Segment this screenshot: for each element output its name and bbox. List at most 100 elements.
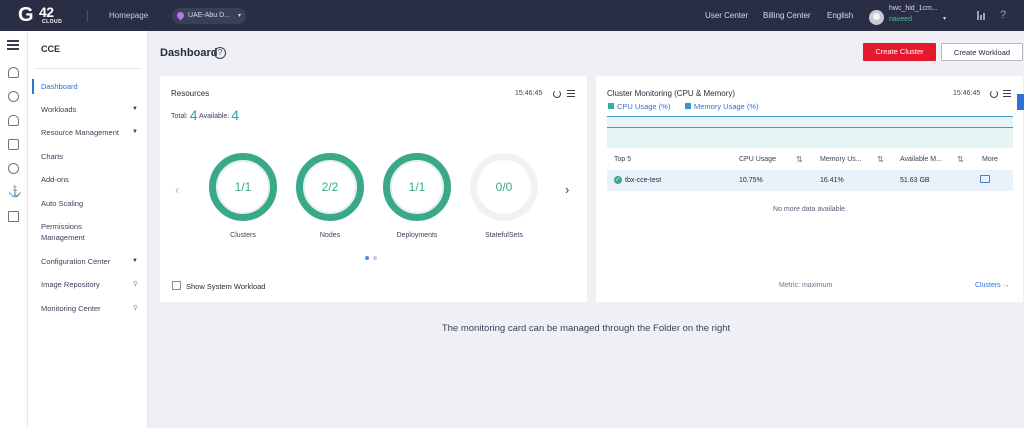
- location-pin-icon: [175, 10, 186, 21]
- sort-icon[interactable]: ⇅: [957, 155, 964, 164]
- nav-configuration-center[interactable]: Configuration Center ▼: [28, 256, 147, 267]
- resources-timestamp: 15:46:45: [515, 90, 543, 97]
- bar-chart-icon[interactable]: [977, 11, 986, 20]
- cpu-line: [607, 127, 1013, 128]
- nav-monitoring-center[interactable]: Monitoring Center ⚲: [28, 303, 147, 314]
- resources-title: Resources: [171, 89, 210, 98]
- col-cpu-usage[interactable]: CPU Usage: [739, 156, 776, 163]
- refresh-icon[interactable]: [990, 90, 998, 98]
- cluster-icon[interactable]: [8, 91, 19, 102]
- language-selector[interactable]: English: [827, 11, 853, 20]
- logo-sub: CLOUD: [42, 19, 63, 25]
- user-menu-chevron-icon[interactable]: ▾: [943, 15, 946, 22]
- billing-center-link[interactable]: Billing Center: [763, 11, 811, 20]
- next-arrow-icon[interactable]: ›: [565, 182, 569, 197]
- user-center-link[interactable]: User Center: [705, 11, 748, 20]
- ring-label: StatefulSets: [485, 232, 523, 239]
- caret-down-icon: ▼: [132, 129, 138, 135]
- available-memory-cell: 51.63 GB: [900, 177, 930, 184]
- nav-auto-scaling[interactable]: Auto Scaling: [28, 198, 147, 209]
- memory-cell: 16.41%: [820, 177, 844, 184]
- anchor-icon[interactable]: ⚓: [8, 187, 22, 198]
- ring-label: Deployments: [396, 232, 438, 239]
- region-label: UAE-Abu D...: [188, 12, 231, 19]
- refresh-icon[interactable]: [553, 90, 561, 98]
- cpu-cell: 10.75%: [739, 177, 763, 184]
- cpu-legend[interactable]: CPU Usage (%): [617, 102, 670, 111]
- storage-cloud-icon[interactable]: [8, 115, 19, 126]
- table-row[interactable]: [607, 170, 1013, 191]
- avatar[interactable]: [869, 10, 884, 25]
- grid-icon[interactable]: [8, 211, 19, 222]
- nav-image-repository[interactable]: Image Repository ⚲: [28, 279, 147, 290]
- prev-arrow-icon[interactable]: ‹: [175, 182, 179, 197]
- nav-workloads[interactable]: Workloads ▼: [28, 104, 147, 115]
- sort-icon[interactable]: ⇅: [877, 155, 884, 164]
- nav-resource-management[interactable]: Resource Management ▼: [28, 127, 147, 138]
- help-icon[interactable]: ?: [1000, 9, 1006, 21]
- hamburger-menu-icon[interactable]: [7, 40, 19, 50]
- link-icon: ⚲: [132, 281, 138, 288]
- user-subname: naveed: [889, 16, 912, 23]
- nav-dashboard[interactable]: Dashboard: [28, 79, 147, 94]
- ring-label: Nodes: [319, 232, 341, 239]
- folder-tab[interactable]: [1017, 94, 1024, 110]
- statefulsets-ring[interactable]: 0/0: [470, 153, 538, 221]
- pager-dot[interactable]: [373, 256, 377, 260]
- link-icon: ⚲: [132, 305, 138, 312]
- cloud-icon[interactable]: [8, 67, 19, 78]
- status-ok-icon: ✓: [614, 176, 622, 184]
- network-icon[interactable]: [8, 163, 19, 174]
- monitor-icon[interactable]: [980, 175, 990, 183]
- page-title: Dashboard: [160, 47, 218, 59]
- region-selector[interactable]: UAE-Abu D... ▾: [172, 8, 246, 24]
- usage-chart: [607, 116, 1013, 148]
- col-available-memory[interactable]: Available M...: [900, 156, 942, 163]
- service-title: CCE: [41, 44, 61, 54]
- caret-down-icon: ▼: [132, 258, 138, 264]
- monitoring-timestamp: 15:46:45: [953, 90, 981, 97]
- metric-label: Metric: maximum: [779, 282, 833, 289]
- ring-label: Clusters: [230, 232, 256, 239]
- pager-dot-active[interactable]: [365, 256, 369, 260]
- help-circle-icon[interactable]: ?: [214, 47, 226, 59]
- show-system-workload-checkbox[interactable]: [172, 281, 181, 290]
- top-bar: G 42 CLOUD Homepage UAE-Abu D... ▾ User …: [0, 0, 1024, 31]
- menu-icon[interactable]: [1003, 90, 1011, 98]
- create-cluster-button[interactable]: Create Cluster: [863, 43, 936, 61]
- icon-rail: ⚓: [0, 31, 28, 428]
- available-count: 4: [231, 107, 240, 123]
- memory-legend-swatch: [685, 103, 691, 109]
- g42-logo[interactable]: G 42 CLOUD: [18, 4, 64, 28]
- clusters-ring[interactable]: 1/1: [209, 153, 277, 221]
- nodes-ring[interactable]: 2/2: [296, 153, 364, 221]
- cluster-name-cell[interactable]: tbx-cce-test: [625, 177, 661, 184]
- database-icon[interactable]: [8, 139, 19, 150]
- divider: [87, 10, 88, 22]
- nav-permissions-management[interactable]: Permissions Management: [28, 221, 147, 243]
- resource-totals: Total: 4 Available: 4: [171, 107, 240, 123]
- sort-icon[interactable]: ⇅: [796, 155, 803, 164]
- nav-add-ons[interactable]: Add-ons: [28, 174, 147, 185]
- col-more: More: [982, 156, 998, 163]
- cpu-legend-swatch: [608, 103, 614, 109]
- show-system-workload-label: Show System Workload: [186, 282, 266, 291]
- clusters-link[interactable]: Clusters →: [975, 282, 1010, 289]
- chevron-down-icon: ▾: [237, 13, 241, 19]
- total-count: 4: [189, 107, 198, 123]
- create-workload-button[interactable]: Create Workload: [941, 43, 1023, 61]
- no-more-data: No more data available.: [773, 206, 847, 213]
- monitoring-title: Cluster Monitoring (CPU & Memory): [607, 89, 736, 98]
- deployments-ring[interactable]: 1/1: [383, 153, 451, 221]
- menu-icon[interactable]: [567, 90, 575, 98]
- caret-down-icon: ▼: [132, 106, 138, 112]
- col-top5: Top 5: [614, 156, 632, 163]
- col-memory-usage[interactable]: Memory Us...: [820, 156, 862, 163]
- logo-number: 42: [39, 4, 54, 20]
- logo-letter: G: [18, 4, 34, 26]
- folder-hint: The monitoring card can be managed throu…: [441, 323, 731, 334]
- memory-legend[interactable]: Memory Usage (%): [694, 102, 759, 111]
- homepage-link[interactable]: Homepage: [109, 11, 148, 20]
- username[interactable]: hwc_hid_1cm...: [889, 5, 938, 12]
- nav-charts[interactable]: Charts: [28, 151, 147, 162]
